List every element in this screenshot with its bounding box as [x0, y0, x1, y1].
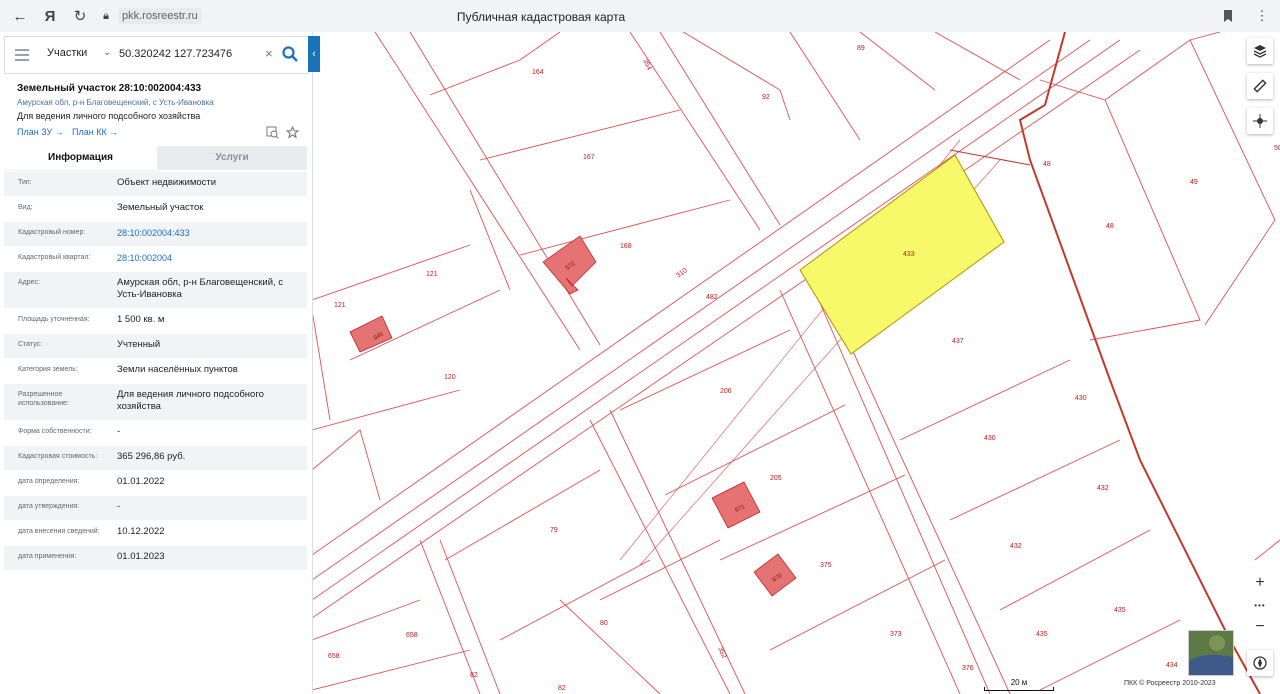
road-number-label: 352	[716, 646, 727, 660]
parcel-number-label: 49	[1190, 179, 1198, 186]
search-bar: Участки ⌄ ×	[4, 36, 309, 74]
parcel-number-label: 437	[952, 338, 964, 345]
ruler-icon[interactable]	[1247, 73, 1273, 99]
attribute-row: Статус: Учтенный	[4, 334, 307, 359]
more-button[interactable]: •••	[1247, 594, 1273, 616]
parcel-number-label: 658	[328, 653, 340, 660]
cadastral-map[interactable]: 164 89 92 167 168 121 121 120 48 48 49 50 433 437 430 4…	[312, 32, 1280, 694]
parcel-number-label: 658	[406, 632, 418, 639]
attribute-row: Площадь уточненная: 1 500 кв. м	[4, 309, 307, 334]
parcel-number-label: 432	[1097, 485, 1109, 492]
copyright: ПКК © Росреестр 2010-2023	[1124, 680, 1216, 687]
parcel-number-label: 432	[1010, 543, 1022, 550]
menu-icon[interactable]	[15, 49, 29, 64]
parcel-number-label: 164	[532, 69, 544, 76]
plan-zu-link[interactable]: План ЗУ →	[17, 127, 64, 137]
search-icon[interactable]	[281, 45, 301, 65]
attribute-row: Кадастровый квартал: 28:10:002004	[4, 247, 307, 272]
parcel-number-label: 121	[334, 302, 346, 309]
clear-icon[interactable]: ×	[265, 46, 273, 61]
tab-services[interactable]: Услуги	[157, 146, 307, 170]
parcel-number-label: 82	[558, 685, 566, 692]
locate-icon[interactable]	[1247, 108, 1273, 134]
info-tabs: Информация Услуги	[4, 146, 307, 171]
parcel-number-label: 120	[444, 374, 456, 381]
parcel-number-label: 482	[706, 294, 718, 301]
parcel-number-label: 92	[762, 94, 770, 101]
attribute-row: Форма собственности: -	[4, 421, 307, 446]
scale-bar: 20 м	[984, 678, 1054, 691]
category-select[interactable]: Участки	[47, 47, 87, 59]
road-number-label: 310	[675, 267, 689, 279]
attribute-row: Кадастровая стоимость: 365 296,86 руб.	[4, 446, 307, 471]
parcel-number-label: 50	[1274, 145, 1280, 152]
page-title: Публичная кадастровая карта	[456, 10, 626, 24]
attribute-row: дата утверждения: -	[4, 496, 307, 521]
info-panel: Участки ⌄ × ‹ Земельный участок 28:10:00…	[0, 32, 320, 694]
parcel-number-label: 433	[903, 251, 915, 258]
layers-icon[interactable]	[1247, 38, 1273, 64]
basemap-thumbnail[interactable]	[1188, 630, 1234, 676]
star-icon[interactable]	[285, 125, 300, 140]
collapse-panel-button[interactable]: ‹	[308, 36, 320, 72]
chevron-down-icon[interactable]: ⌄	[103, 47, 111, 58]
parcel-number-label: 82	[470, 672, 478, 679]
plan-kk-link[interactable]: План КК →	[72, 127, 118, 137]
parcel-number-label: 80	[600, 620, 608, 627]
object-title: Земельный участок 28:10:002004:433	[17, 83, 202, 94]
menu-dots-icon[interactable]: ⋮	[1252, 6, 1272, 26]
attribute-row: Вид: Земельный участок	[4, 197, 307, 222]
parcel-number-label: 167	[583, 154, 595, 161]
parcel-number-label: 376	[962, 665, 974, 672]
parcel-number-label: 430	[1075, 395, 1087, 402]
parcel-number-label: 434	[1166, 662, 1178, 669]
zoom-out-button[interactable]: −	[1247, 616, 1273, 638]
parcel-number-label: 375	[820, 562, 832, 569]
attribute-table: Тип: Объект недвижимости Вид: Земельный уч…	[4, 172, 307, 571]
zoom-in-button[interactable]: +	[1247, 572, 1273, 594]
parcel-number-label: 89	[857, 45, 865, 52]
parcel-number-label: 206	[720, 388, 732, 395]
attribute-row: Кадастровый номер: 28:10:002004:433	[4, 222, 307, 247]
bookmark-icon[interactable]	[1218, 6, 1238, 26]
parcel-number-label: 168	[620, 243, 632, 250]
road-number-label: 354	[641, 58, 652, 72]
browser-toolbar: ← Я ↻ 🔒︎ pkk.rosreestr.ru Публичная када…	[0, 0, 1280, 33]
parcel-number-label: 48	[1106, 223, 1114, 230]
attribute-row: Разрешенное использование: Для ведения ли…	[4, 384, 307, 421]
compass-icon[interactable]	[1247, 650, 1273, 676]
parcel-number-label: 48	[1043, 161, 1051, 168]
parcel-number-label: 435	[1114, 607, 1126, 614]
cadastral-quarter-link[interactable]: 28:10:002004	[117, 252, 302, 264]
parcel-number-label: 430	[984, 435, 996, 442]
search-on-map-icon[interactable]	[266, 126, 280, 140]
parcel-number-label: 79	[550, 527, 558, 534]
parcel-number-label: 205	[770, 475, 782, 482]
parcel-number-label: 435	[1036, 631, 1048, 638]
search-input[interactable]	[119, 45, 259, 63]
attribute-row: Адрес: Амурская обл, р-н Благовещенский, …	[4, 272, 307, 309]
attribute-row: дата применения: 01.01.2023	[4, 546, 307, 571]
attribute-row: Категория земель: Земли населённых пункто…	[4, 359, 307, 384]
parcel-number-label: 373	[890, 631, 902, 638]
tab-information[interactable]: Информация	[4, 146, 157, 171]
object-purpose: Для ведения личного подсобного хозяйства	[17, 111, 201, 121]
attribute-row: Тип: Объект недвижимости	[4, 172, 307, 197]
cadastral-number-link[interactable]: 28:10:002004:433	[117, 227, 302, 239]
attribute-row: дата внесения сведений: 10.12.2022	[4, 521, 307, 546]
attribute-row: дата определения: 01.01.2022	[4, 471, 307, 496]
object-address: Амурская обл, р-н Благовещенский, с Усть…	[17, 98, 214, 107]
parcel-number-label: 121	[426, 271, 438, 278]
